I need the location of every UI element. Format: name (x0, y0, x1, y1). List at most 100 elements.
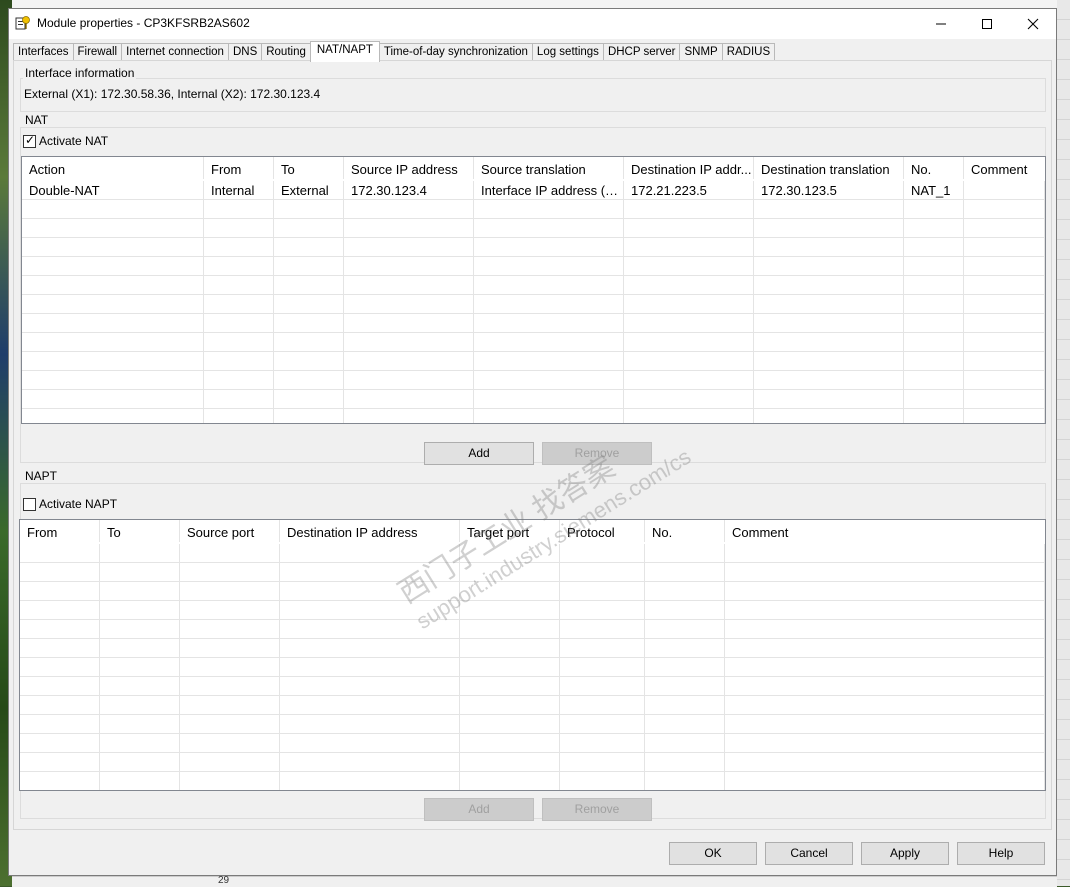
nat-col-destination-ip[interactable]: Destination IP addr... (624, 157, 754, 179)
empty-table-cell[interactable] (280, 715, 460, 734)
empty-table-cell[interactable] (180, 639, 280, 658)
empty-table-cell[interactable] (725, 601, 1045, 620)
empty-table-cell[interactable] (344, 314, 474, 333)
empty-table-cell[interactable] (204, 371, 274, 390)
empty-table-cell[interactable] (624, 276, 754, 295)
empty-table-cell[interactable] (274, 276, 344, 295)
napt-rules-table[interactable]: From To Source port Destination IP addre… (19, 519, 1046, 791)
empty-table-cell[interactable] (460, 715, 560, 734)
empty-table-cell[interactable] (100, 601, 180, 620)
nat-cell-source-translation[interactable]: Interface IP address (Ex... (474, 181, 624, 200)
empty-table-cell[interactable] (344, 409, 474, 423)
empty-table-cell[interactable] (180, 582, 280, 601)
empty-table-row[interactable] (22, 276, 1045, 295)
empty-table-cell[interactable] (274, 352, 344, 371)
empty-table-cell[interactable] (560, 734, 645, 753)
empty-table-cell[interactable] (100, 677, 180, 696)
empty-table-cell[interactable] (725, 696, 1045, 715)
maximize-button[interactable] (964, 9, 1010, 39)
empty-table-cell[interactable] (474, 295, 624, 314)
empty-table-cell[interactable] (274, 219, 344, 238)
empty-table-cell[interactable] (725, 734, 1045, 753)
empty-table-cell[interactable] (560, 696, 645, 715)
empty-table-cell[interactable] (460, 563, 560, 582)
empty-table-cell[interactable] (904, 257, 964, 276)
empty-table-cell[interactable] (474, 238, 624, 257)
empty-table-cell[interactable] (725, 772, 1045, 790)
empty-table-cell[interactable] (100, 582, 180, 601)
nat-col-source-translation[interactable]: Source translation (474, 157, 624, 179)
empty-table-cell[interactable] (560, 601, 645, 620)
tab-dns[interactable]: DNS (227, 43, 263, 61)
empty-table-cell[interactable] (100, 620, 180, 639)
empty-table-cell[interactable] (754, 352, 904, 371)
empty-table-cell[interactable] (645, 620, 725, 639)
nat-col-source-ip[interactable]: Source IP address (344, 157, 474, 179)
empty-table-cell[interactable] (645, 563, 725, 582)
empty-table-cell[interactable] (904, 390, 964, 409)
empty-table-cell[interactable] (274, 409, 344, 423)
nat-rules-table[interactable]: Action From To Source IP address Source … (21, 156, 1046, 424)
empty-table-cell[interactable] (20, 696, 100, 715)
empty-table-cell[interactable] (904, 333, 964, 352)
empty-table-cell[interactable] (344, 238, 474, 257)
empty-table-row[interactable] (20, 639, 1045, 658)
empty-table-cell[interactable] (560, 753, 645, 772)
empty-table-cell[interactable] (204, 219, 274, 238)
empty-table-cell[interactable] (754, 257, 904, 276)
empty-table-cell[interactable] (624, 371, 754, 390)
empty-table-cell[interactable] (280, 753, 460, 772)
empty-table-cell[interactable] (645, 677, 725, 696)
empty-table-cell[interactable] (20, 639, 100, 658)
ok-button[interactable]: OK (669, 842, 757, 865)
empty-table-cell[interactable] (624, 200, 754, 219)
nat-cell-destination-ip[interactable]: 172.21.223.5 (624, 181, 754, 200)
empty-table-cell[interactable] (645, 734, 725, 753)
empty-table-cell[interactable] (20, 563, 100, 582)
empty-table-cell[interactable] (460, 677, 560, 696)
empty-table-cell[interactable] (22, 371, 204, 390)
empty-table-cell[interactable] (645, 582, 725, 601)
empty-table-cell[interactable] (344, 333, 474, 352)
activate-nat-checkbox[interactable]: ✓ (23, 133, 36, 148)
empty-table-cell[interactable] (280, 639, 460, 658)
empty-table-cell[interactable] (274, 200, 344, 219)
empty-table-cell[interactable] (560, 715, 645, 734)
empty-table-cell[interactable] (904, 295, 964, 314)
empty-table-cell[interactable] (624, 257, 754, 276)
empty-table-cell[interactable] (20, 601, 100, 620)
empty-table-cell[interactable] (460, 639, 560, 658)
empty-table-cell[interactable] (344, 295, 474, 314)
nat-col-comment[interactable]: Comment (964, 157, 1045, 179)
empty-table-cell[interactable] (100, 772, 180, 790)
empty-table-cell[interactable] (460, 734, 560, 753)
empty-table-cell[interactable] (280, 544, 460, 563)
empty-table-cell[interactable] (20, 677, 100, 696)
apply-button[interactable]: Apply (861, 842, 949, 865)
empty-table-cell[interactable] (754, 314, 904, 333)
empty-table-cell[interactable] (274, 295, 344, 314)
empty-table-cell[interactable] (754, 200, 904, 219)
empty-table-cell[interactable] (274, 333, 344, 352)
napt-col-number[interactable]: No. (645, 520, 725, 542)
empty-table-cell[interactable] (22, 219, 204, 238)
empty-table-cell[interactable] (204, 352, 274, 371)
empty-table-cell[interactable] (754, 219, 904, 238)
empty-table-cell[interactable] (100, 715, 180, 734)
empty-table-cell[interactable] (274, 390, 344, 409)
empty-table-cell[interactable] (725, 544, 1045, 563)
nat-cell-source-ip[interactable]: 172.30.123.4 (344, 181, 474, 200)
empty-table-cell[interactable] (280, 734, 460, 753)
tab-log-settings[interactable]: Log settings (531, 43, 604, 61)
empty-table-cell[interactable] (645, 696, 725, 715)
empty-table-cell[interactable] (904, 352, 964, 371)
empty-table-cell[interactable] (754, 295, 904, 314)
empty-table-cell[interactable] (100, 753, 180, 772)
empty-table-row[interactable] (22, 333, 1045, 352)
empty-table-cell[interactable] (204, 276, 274, 295)
empty-table-cell[interactable] (754, 333, 904, 352)
napt-col-comment[interactable]: Comment (725, 520, 1045, 542)
napt-remove-button[interactable]: Remove (542, 798, 652, 821)
nat-col-number[interactable]: No. (904, 157, 964, 179)
empty-table-cell[interactable] (280, 582, 460, 601)
